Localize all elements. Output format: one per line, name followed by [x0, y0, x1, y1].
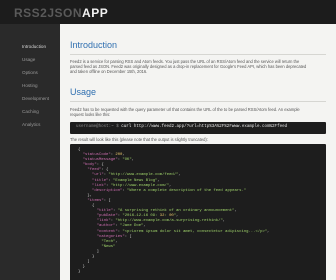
- code-line: "News": [101, 244, 116, 249]
- code-line: },: [78, 193, 93, 198]
- command-line: username@host:~ $ curl http://www.feed2.…: [76, 125, 287, 129]
- code-line: ]: [78, 249, 100, 254]
- command-block: username@host:~ $ curl http://www.feed2.…: [70, 122, 326, 134]
- code-line: "feed": {: [87, 168, 109, 173]
- code-line: "link": "http://www.example.com/",: [92, 183, 172, 188]
- code-line: "content": "<p>Lorem ipsum dolor sit ame…: [96, 229, 270, 234]
- section-title-introduction: Introduction: [70, 40, 118, 50]
- logo-part-1: RSS2JSON: [14, 6, 83, 20]
- main-content: Introduction Feed2 is a service for pars…: [60, 24, 336, 280]
- sidebar-item-caching[interactable]: Caching: [22, 109, 39, 114]
- divider: [70, 54, 326, 55]
- sidebar-item-hosting[interactable]: Hosting: [22, 83, 38, 88]
- code-line: "title": "A surprising rethink of an ord…: [96, 209, 237, 214]
- logo-part-2: APP: [82, 6, 109, 20]
- code-line: "description": "Where a complete descrip…: [92, 188, 247, 193]
- json-response-code: { "statusCode": 200, "statusMessage": "O…: [78, 148, 269, 275]
- sidebar-item-usage[interactable]: Usage: [22, 57, 35, 62]
- code-line: }: [78, 265, 86, 270]
- code-line: "items": [: [87, 198, 111, 203]
- result-note: The result will look like this (please n…: [70, 137, 208, 142]
- code-line: "author": "Jane Doe",: [96, 224, 146, 229]
- code-line: "statusMessage": "OK",: [82, 158, 135, 163]
- app-logo[interactable]: RSS2JSONAPP: [14, 6, 108, 20]
- code-line: }: [78, 254, 95, 259]
- command-name: curl: [121, 125, 132, 129]
- command-prompt: username@host:~ $: [76, 125, 119, 129]
- code-line: "categories": [: [96, 234, 132, 239]
- intro-paragraph: Feed2 is a service for parsing RSS and A…: [70, 59, 307, 75]
- code-line: }: [78, 270, 81, 275]
- code-line: {: [78, 148, 81, 152]
- sidebar: Introduction Usage Options Hosting Devel…: [0, 24, 60, 280]
- code-line: "title": "Example News Blog",: [92, 178, 160, 183]
- code-line: "link": "http://www.example.com/a-surpri…: [96, 219, 226, 224]
- top-bar: RSS2JSONAPP: [0, 0, 336, 24]
- code-line: {: [78, 204, 95, 209]
- json-response-block: { "statusCode": 200, "statusMessage": "O…: [70, 144, 326, 280]
- sidebar-item-development[interactable]: Development: [22, 96, 49, 101]
- code-line: ]: [78, 260, 90, 265]
- sidebar-item-analytics[interactable]: Analytics: [22, 122, 40, 127]
- code-line: "pubDate": "2016-12-16 09: 32: 00",: [96, 214, 179, 219]
- code-line: "url": "http://www.example.com/feed/",: [92, 173, 181, 178]
- divider: [70, 101, 326, 102]
- command-url: http://www.feed2.app/?url=http%3A%2F%2Fw…: [133, 125, 288, 129]
- sidebar-item-introduction[interactable]: Introduction: [22, 44, 46, 49]
- code-line: "body": {: [82, 163, 104, 168]
- usage-paragraph: Feed2 has to be requested with the query…: [70, 107, 300, 118]
- code-line: "Tech",: [101, 239, 118, 244]
- section-title-usage: Usage: [70, 87, 97, 97]
- code-line: "statusCode": 200,: [82, 153, 125, 158]
- sidebar-item-options[interactable]: Options: [22, 70, 38, 75]
